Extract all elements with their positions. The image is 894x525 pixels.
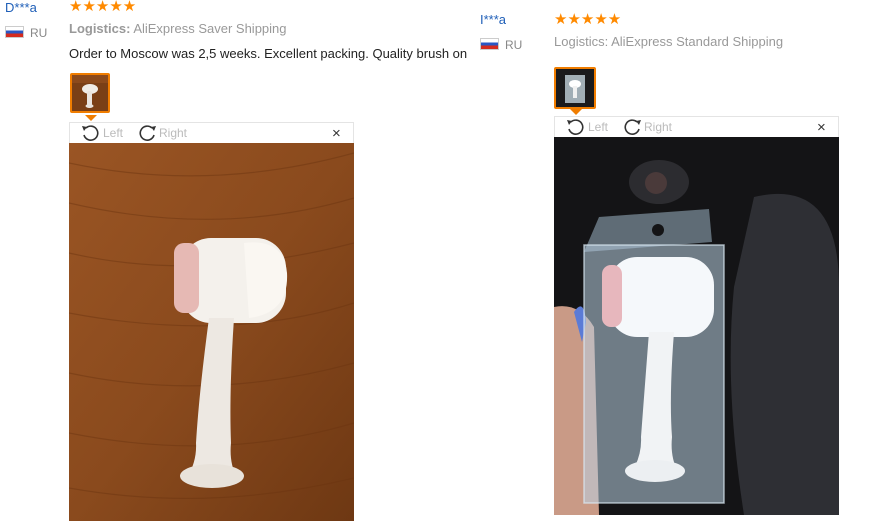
reviewer-name[interactable]: I***a xyxy=(480,12,506,27)
rotate-left-label: Left xyxy=(103,126,124,140)
russia-flag-icon xyxy=(5,26,24,38)
rating-stars: ★★★★★ xyxy=(69,0,137,15)
thumbnail-pointer xyxy=(570,109,582,115)
rotate-left-icon xyxy=(82,125,99,141)
russia-flag-icon xyxy=(480,38,499,50)
review-photo-large xyxy=(69,143,354,521)
reviewer-country: RU xyxy=(30,26,48,40)
rotate-left-button[interactable]: Left xyxy=(565,117,608,137)
logistics-label: Logistics: xyxy=(69,21,131,36)
thumbnail-pointer xyxy=(85,115,97,121)
photo-toolbar: Left Right × xyxy=(554,116,839,138)
review-photo-thumbnail[interactable] xyxy=(554,67,596,109)
rating-stars: ★★★★★ xyxy=(554,11,622,28)
rotate-left-button[interactable]: Left xyxy=(80,123,123,143)
review-text: Order to Moscow was 2,5 weeks. Excellent… xyxy=(69,46,468,61)
close-photo-button[interactable]: × xyxy=(332,125,341,142)
logistics-info: Logistics: AliExpress Standard Shipping xyxy=(554,34,783,49)
logistics-info: Logistics: AliExpress Saver Shipping xyxy=(69,21,287,36)
reviewer-name[interactable]: D***a xyxy=(5,0,37,15)
rotate-right-icon xyxy=(139,125,156,141)
review-photo-thumbnail[interactable] xyxy=(70,73,110,113)
rotate-right-icon xyxy=(624,119,641,135)
photo-toolbar: Left Right × xyxy=(69,122,354,144)
rotate-right-button[interactable]: Right xyxy=(136,123,187,143)
logistics-value: AliExpress Saver Shipping xyxy=(133,21,287,36)
rotate-right-label: Right xyxy=(644,120,673,134)
rotate-left-label: Left xyxy=(588,120,609,134)
rotate-right-label: Right xyxy=(159,126,188,140)
rotate-right-button[interactable]: Right xyxy=(621,117,672,137)
close-photo-button[interactable]: × xyxy=(817,119,826,136)
rotate-left-icon xyxy=(567,119,584,135)
reviewer-country: RU xyxy=(505,38,523,52)
logistics-value: AliExpress Standard Shipping xyxy=(611,34,784,49)
logistics-label: Logistics: xyxy=(554,34,609,49)
review-photo-large xyxy=(554,137,839,515)
